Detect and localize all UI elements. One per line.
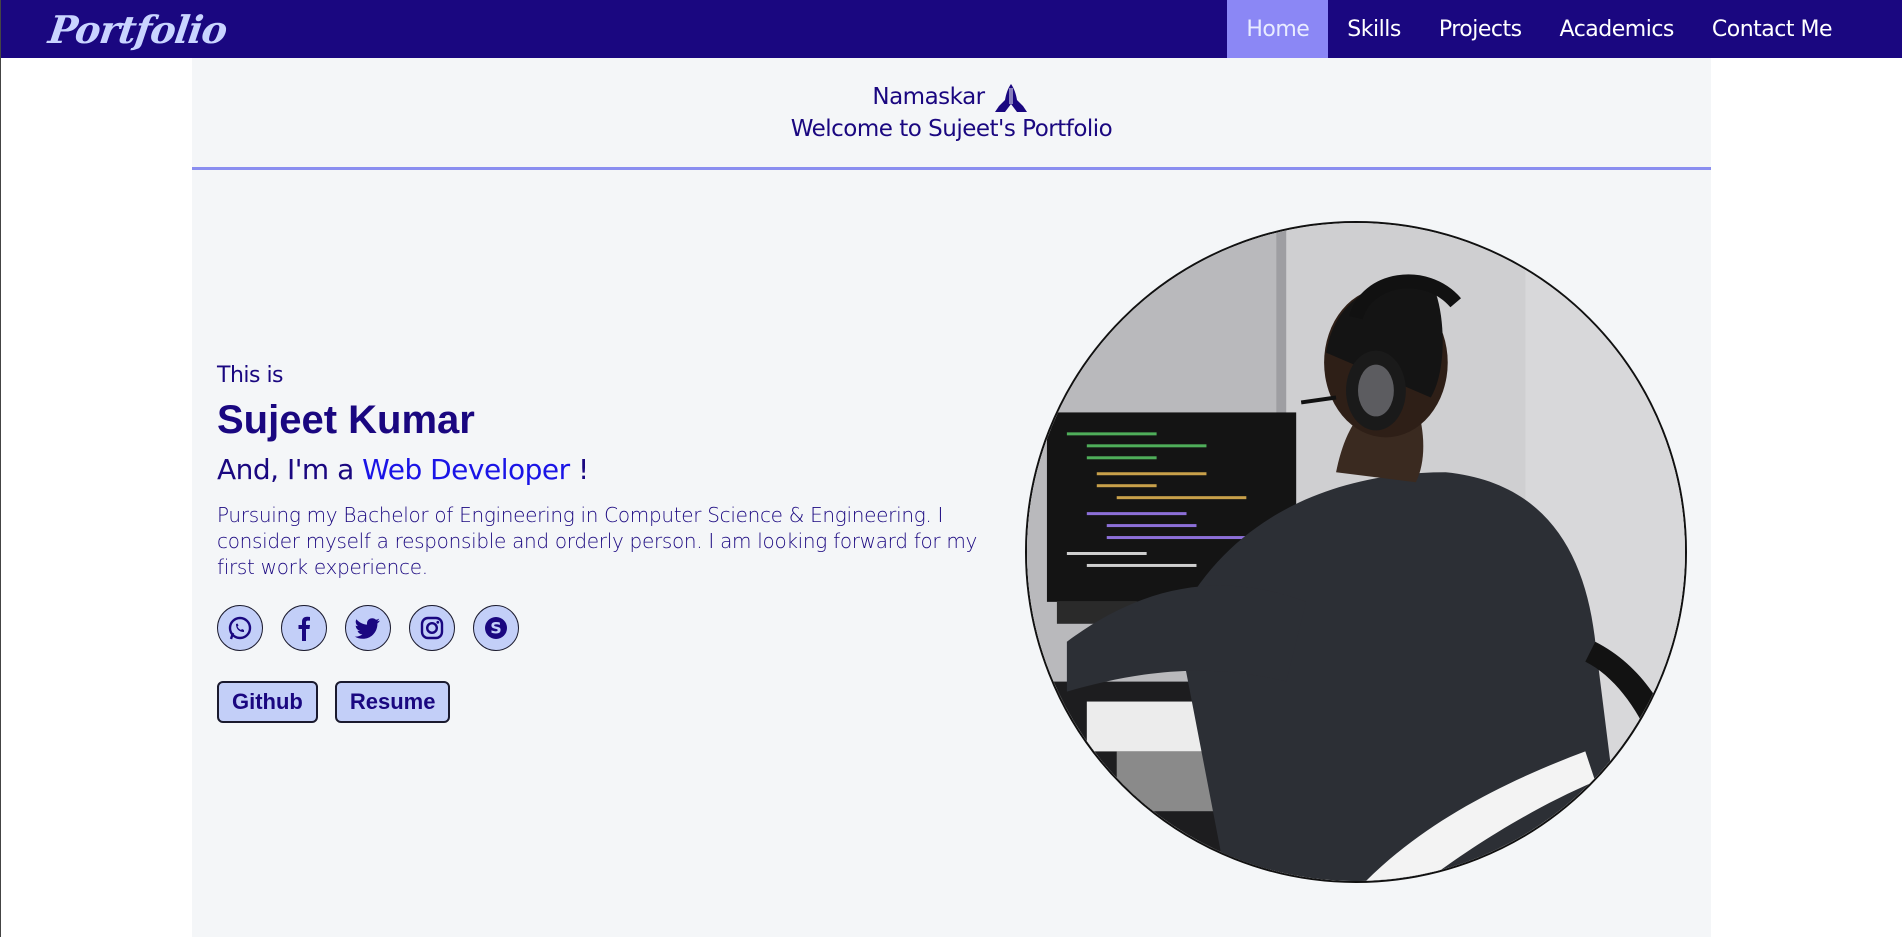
instagram-icon[interactable] bbox=[409, 605, 455, 651]
nav-link-skills[interactable]: Skills bbox=[1328, 0, 1420, 58]
github-button[interactable]: Github bbox=[217, 681, 318, 723]
role-suffix: ! bbox=[578, 453, 589, 486]
whatsapp-icon[interactable] bbox=[217, 605, 263, 651]
person-name: Sujeet Kumar bbox=[217, 398, 475, 442]
svg-text:S: S bbox=[490, 619, 502, 638]
role-title: Web Developer bbox=[362, 453, 570, 486]
facebook-icon[interactable] bbox=[281, 605, 327, 651]
skype-icon[interactable]: S bbox=[473, 605, 519, 651]
namaste-hands-icon bbox=[991, 80, 1031, 114]
greeting-text: Namaskar bbox=[872, 83, 985, 110]
nav-link-contact-me[interactable]: Contact Me bbox=[1693, 0, 1851, 58]
hero-text: This is Sujeet Kumar And, I'm a Web Deve… bbox=[217, 363, 987, 723]
welcome-subtitle: Welcome to Sujeet's Portfolio bbox=[790, 116, 1113, 142]
action-buttons: Github Resume bbox=[217, 681, 987, 723]
welcome-banner: Namaskar Welcome to Sujeet's Portfolio bbox=[192, 58, 1711, 170]
nav-links: Home Skills Projects Academics Contact M… bbox=[1227, 0, 1851, 58]
main-panel: Namaskar Welcome to Sujeet's Portfolio T… bbox=[192, 58, 1711, 937]
social-links: S bbox=[217, 605, 987, 651]
nav-link-home[interactable]: Home bbox=[1227, 0, 1329, 58]
nav-link-projects[interactable]: Projects bbox=[1420, 0, 1541, 58]
greeting-line: Namaskar bbox=[872, 80, 1030, 114]
role-line: And, I'm a Web Developer ! bbox=[217, 453, 987, 486]
intro-text: This is bbox=[217, 363, 284, 388]
nav-link-academics[interactable]: Academics bbox=[1541, 0, 1693, 58]
profile-photo bbox=[1025, 221, 1687, 883]
resume-button[interactable]: Resume bbox=[334, 681, 451, 723]
twitter-icon[interactable] bbox=[345, 605, 391, 651]
navbar: Portfolio Home Skills Projects Academics… bbox=[1, 0, 1902, 58]
bio-description: Pursuing my Bachelor of Engineering in C… bbox=[217, 503, 978, 579]
site-logo[interactable]: Portfolio bbox=[46, 7, 230, 52]
role-prefix: And, I'm a bbox=[217, 453, 354, 486]
